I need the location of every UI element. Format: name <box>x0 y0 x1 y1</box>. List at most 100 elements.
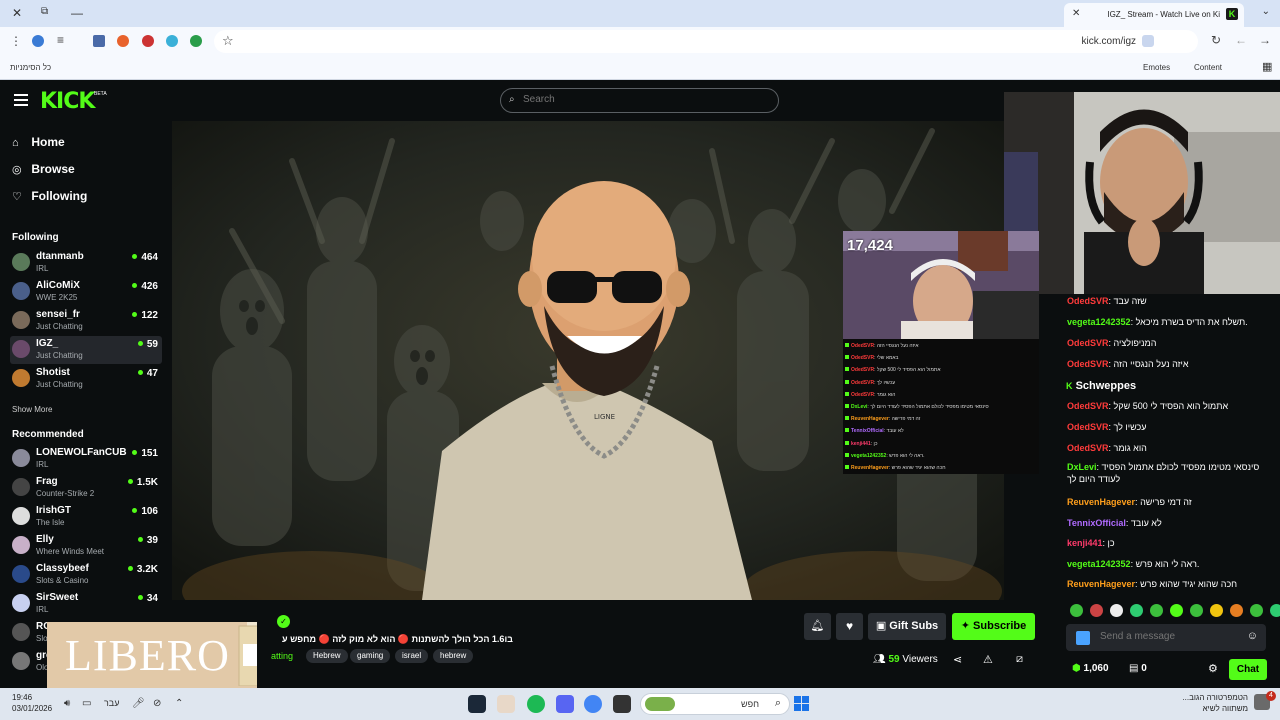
extension-icon[interactable] <box>142 35 154 47</box>
taskbar-search[interactable]: חפש ⌕ <box>640 693 790 715</box>
channel-points[interactable]: ⬢ 1,060 <box>1072 663 1109 674</box>
emote-icon[interactable] <box>1150 604 1163 617</box>
omnibox[interactable]: ☆ kick.com/igz <box>214 30 1198 53</box>
chat-username[interactable]: OdedSVR <box>1067 401 1109 411</box>
chat-input-box[interactable]: ☺ <box>1066 624 1266 651</box>
all-bookmarks-link[interactable]: כל הסימניות <box>10 63 51 72</box>
extensions-puzzle-icon[interactable] <box>93 35 105 47</box>
chat-username[interactable]: vegeta1242352 <box>1067 559 1131 569</box>
chat-username[interactable]: ReuvenHagever <box>1067 579 1135 589</box>
emote-icon[interactable] <box>1270 604 1280 617</box>
tag-gaming[interactable]: gaming <box>350 649 391 663</box>
chat-username[interactable]: kenji441 <box>1067 538 1103 548</box>
tray-expand-icon[interactable]: ⌃ <box>175 698 183 709</box>
emote-icon[interactable] <box>1210 604 1223 617</box>
nav-browse[interactable]: ◎ Browse <box>12 162 75 182</box>
emote-icon[interactable] <box>1250 604 1263 617</box>
kick-emote-icon[interactable] <box>1076 631 1090 645</box>
weather-widget[interactable]: הטמפרטורה הגוב... משתווה לשיא <box>1182 692 1248 714</box>
emote-icon[interactable] <box>1230 604 1243 617</box>
tag-hebrew-2[interactable]: hebrew <box>433 649 474 663</box>
window-restore-icon[interactable]: ⧉ <box>41 6 48 17</box>
tab-close-icon[interactable]: ✕ <box>1072 8 1080 19</box>
clock[interactable]: 19:46 03/01/2026 <box>12 692 52 714</box>
focus-icon[interactable]: ⊘ <box>153 698 161 709</box>
bookmarks-grid-icon[interactable]: ▦ <box>1262 60 1272 73</box>
steam-icon[interactable] <box>468 695 486 713</box>
notification-bell-button[interactable]: 🔔︎ <box>804 613 831 640</box>
sidebar-channel[interactable]: Frag Counter-Strike 2 1.5K <box>10 474 162 502</box>
spotify-icon[interactable] <box>527 695 545 713</box>
sidebar-channel[interactable]: Shotist Just Chatting 47 <box>10 365 162 393</box>
emoji-picker-icon[interactable]: ☺ <box>1247 630 1258 642</box>
emote-icon[interactable] <box>1090 604 1103 617</box>
chat-username[interactable]: ReuvenHagever <box>1067 497 1135 507</box>
sidebar-channel[interactable]: AliCoMiX WWE 2K25 426 <box>10 278 162 306</box>
chat-username[interactable]: DxLevi <box>1067 462 1097 472</box>
sidebar-channel[interactable]: SirSweet IRL 34 <box>10 590 162 618</box>
tab-search-icon[interactable]: ⌄ <box>1262 6 1270 17</box>
chat-username[interactable]: OdedSVR <box>1067 443 1109 453</box>
sidebar-channel[interactable]: Classybeef Slots & Casino 3.2K <box>10 561 162 589</box>
chat-username[interactable]: TennixOfficial <box>1067 518 1126 528</box>
chrome-icon[interactable] <box>584 695 602 713</box>
mic-icon[interactable]: 🎤︎ <box>132 698 145 709</box>
tag-hebrew[interactable]: Hebrew <box>306 649 348 663</box>
follow-button[interactable]: ♥ <box>836 613 863 640</box>
reload-icon[interactable]: ↻ <box>1211 33 1221 47</box>
chat-username[interactable]: OdedSVR <box>1067 422 1109 432</box>
report-icon[interactable]: ⚠ <box>983 653 993 666</box>
sidebar-channel[interactable]: LONEWOLFanCUB IRL 151 <box>10 445 162 473</box>
extension-icon[interactable] <box>117 35 129 47</box>
volume-icon[interactable]: 🔊︎ <box>64 698 70 709</box>
subscribe-button[interactable]: ✦ Subscribe <box>952 613 1035 640</box>
emote-icon[interactable] <box>1070 604 1083 617</box>
emote-icon[interactable] <box>1110 604 1123 617</box>
network-icon[interactable]: ▭ <box>82 698 91 709</box>
windows-start-icon[interactable] <box>794 696 810 712</box>
sidebar-channel[interactable]: IGZ_ Just Chatting 59 <box>10 336 162 364</box>
browser-menu-icon[interactable]: ⋮ <box>10 34 22 48</box>
extension-icon[interactable] <box>190 35 202 47</box>
sidebar-channel[interactable]: dtanmanb IRL 464 <box>10 249 162 277</box>
profile-icon[interactable]: ⧄ <box>1016 653 1023 666</box>
window-close-icon[interactable]: ✕ <box>12 6 22 20</box>
discord-icon[interactable] <box>556 695 574 713</box>
browser-tab-active[interactable]: ✕ IGZ_ Stream - Watch Live on Ki K <box>1064 3 1244 27</box>
kick-logo[interactable]: KICK <box>40 89 95 114</box>
show-more-link[interactable]: Show More <box>12 405 52 414</box>
terminal-icon[interactable] <box>613 695 631 713</box>
chat-username[interactable]: OdedSVR <box>1067 338 1109 348</box>
media-controls-icon[interactable]: ≡ <box>57 33 64 47</box>
sidebar-channel[interactable]: IrishGT The Isle 106 <box>10 503 162 531</box>
search-input[interactable] <box>523 94 763 105</box>
window-minimize-icon[interactable]: — <box>71 6 83 20</box>
app-icon[interactable] <box>497 695 515 713</box>
tag-israel[interactable]: israel <box>395 649 429 663</box>
chat-settings-icon[interactable]: ⚙ <box>1208 662 1218 675</box>
search-box[interactable]: ⌕ <box>500 88 779 113</box>
menu-icon[interactable] <box>14 94 28 109</box>
sidebar-channel[interactable]: Elly Where Winds Meet 39 <box>10 532 162 560</box>
emote-icon[interactable] <box>1170 604 1183 617</box>
extension-icon[interactable] <box>32 35 44 47</box>
bookmark-content[interactable]: Content <box>1194 63 1222 72</box>
chat-username[interactable]: OdedSVR <box>1067 359 1109 369</box>
emote-icon[interactable] <box>1130 604 1143 617</box>
share-icon[interactable]: ⋖ <box>953 653 962 666</box>
forward-icon[interactable]: ← <box>1235 33 1247 47</box>
nav-home[interactable]: ⌂ Home <box>12 135 65 155</box>
chat-username[interactable]: OdedSVR <box>1067 296 1109 306</box>
gift-subs-button[interactable]: ▣ Gift Subs <box>868 613 946 640</box>
site-settings-icon[interactable] <box>1142 35 1154 47</box>
stream-category[interactable]: atting <box>271 651 293 661</box>
back-icon[interactable]: → <box>1259 33 1271 47</box>
emote-icon[interactable] <box>1190 604 1203 617</box>
bookmark-emotes[interactable]: Emotes <box>1143 63 1170 72</box>
bookmark-star-icon[interactable]: ☆ <box>222 33 234 49</box>
sidebar-channel[interactable]: sensei_fr Just Chatting 122 <box>10 307 162 335</box>
nav-following[interactable]: ♡ Following <box>12 189 87 209</box>
chat-send-button[interactable]: Chat <box>1229 659 1267 680</box>
language-indicator[interactable]: עבר <box>104 698 119 708</box>
chat-username[interactable]: vegeta1242352 <box>1067 317 1131 327</box>
